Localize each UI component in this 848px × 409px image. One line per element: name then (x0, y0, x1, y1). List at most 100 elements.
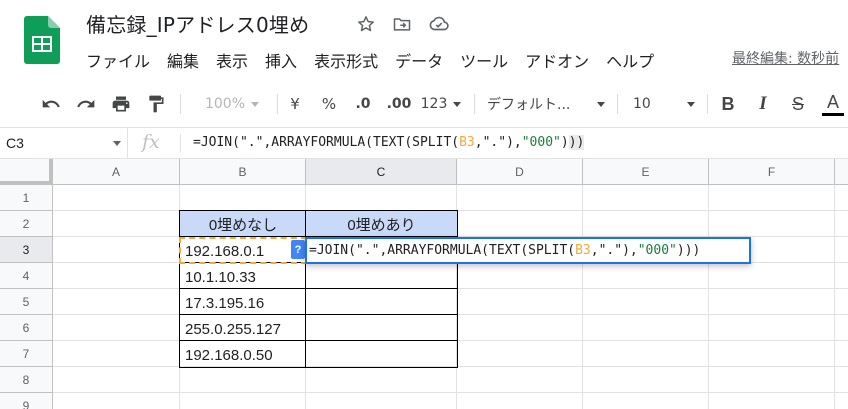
menu-addons[interactable]: アドオン (525, 46, 598, 74)
toolbar-divider (180, 94, 181, 114)
menu-help[interactable]: ヘルプ (606, 46, 663, 74)
row-header-5[interactable]: 5 (0, 289, 53, 315)
formula-bar: C3 fx =JOIN(".",ARRAYFORMULA(TEXT(SPLIT(… (0, 127, 848, 159)
decrease-decimal-label: .0 (355, 96, 371, 112)
strikethrough-button[interactable]: S (787, 85, 809, 123)
toolbar-divider (277, 94, 278, 114)
row-header-8[interactable]: 8 (0, 367, 53, 393)
text-color-swatch (822, 112, 844, 116)
text-color-label: A (826, 91, 839, 112)
chevron-down-icon (453, 101, 462, 107)
redo-icon[interactable] (73, 85, 99, 123)
sheets-logo-icon[interactable] (24, 16, 60, 64)
fx-icon: fx (142, 131, 160, 153)
row-header-1[interactable]: 1 (0, 185, 53, 211)
increase-decimal-label: .00 (386, 96, 412, 112)
table-border (179, 288, 458, 289)
gridline (53, 392, 848, 393)
number-format-select[interactable]: 123 (419, 85, 463, 123)
currency-format-button[interactable]: ¥ (284, 85, 306, 123)
formula-string-literal: "000" (521, 135, 561, 150)
menu-file[interactable]: ファイル (86, 46, 159, 74)
last-edit-link[interactable]: 最終編集: 数秒前 (732, 48, 839, 68)
menu-view[interactable]: 表示 (216, 46, 257, 74)
font-size-select[interactable]: 10 (633, 85, 695, 123)
editor-string-literal: "000" (637, 243, 677, 258)
chevron-down-icon (251, 101, 260, 107)
paint-format-icon[interactable] (143, 85, 169, 123)
gridline (53, 366, 848, 367)
toolbar: 100% ¥ % .0 .00 123 デフォルト... 10 B I S A (0, 85, 848, 123)
gridline (582, 185, 583, 409)
row-header-3[interactable]: 3 (0, 237, 53, 263)
cell-b3[interactable]: 192.168.0.1 (180, 238, 292, 264)
print-icon[interactable] (108, 85, 134, 123)
select-all-corner[interactable] (0, 159, 53, 185)
bold-button[interactable]: B (717, 85, 739, 123)
editor-text: =JOIN(".",ARRAYFORMULA(TEXT(SPLIT( (309, 243, 576, 258)
formula-text: =JOIN(".",ARRAYFORMULA(TEXT(SPLIT( (193, 135, 460, 150)
formula-divider (180, 134, 181, 152)
row-header-7[interactable]: 7 (0, 341, 53, 367)
chevron-down-icon (687, 101, 695, 107)
star-icon[interactable] (355, 13, 377, 35)
name-box[interactable]: C3 (0, 128, 128, 158)
italic-button[interactable]: I (752, 85, 774, 123)
row-header-9[interactable]: 9 (0, 393, 53, 409)
sheet-grid[interactable]: A B C D E F 1 2 3 4 5 6 7 8 9 0埋めなし 0埋めあ… (0, 159, 848, 409)
table-border (179, 340, 458, 341)
formula-text: ) (560, 135, 569, 150)
editor-text: ,"."), (590, 243, 638, 258)
toolbar-divider (707, 94, 708, 114)
document-title[interactable]: 備忘録_IPアドレス0埋め (86, 9, 309, 38)
menu-bar: ファイル 編集 表示 挿入 表示形式 データ ツール アドオン ヘルプ (86, 46, 671, 74)
formula-input[interactable]: =JOIN(".",ARRAYFORMULA(TEXT(SPLIT(B3,"."… (193, 135, 585, 150)
column-header-g[interactable] (835, 159, 848, 185)
font-family-select[interactable]: デフォルト... (487, 85, 605, 123)
cell-c2[interactable]: 0埋めあり (306, 211, 457, 237)
percent-format-button[interactable]: % (318, 85, 340, 123)
menu-data[interactable]: データ (395, 46, 452, 74)
toolbar-divider (474, 94, 475, 114)
decrease-decimal-button[interactable]: .0 (350, 85, 376, 123)
gridline (708, 185, 709, 409)
zoom-select[interactable]: 100% (194, 85, 270, 123)
editor-text: ))) (676, 243, 701, 258)
row-header-6[interactable]: 6 (0, 315, 53, 341)
row-header-2[interactable]: 2 (0, 211, 53, 237)
row-header-4[interactable]: 4 (0, 263, 53, 289)
menu-edit[interactable]: 編集 (167, 46, 208, 74)
move-folder-icon[interactable] (391, 13, 413, 35)
increase-decimal-button[interactable]: .00 (384, 85, 414, 123)
menu-tools[interactable]: ツール (460, 46, 517, 74)
editor-cell-reference: B3 (575, 243, 591, 258)
menu-insert[interactable]: 挿入 (265, 46, 306, 74)
text-color-button[interactable]: A (822, 85, 844, 123)
column-header-a[interactable]: A (53, 159, 180, 185)
cell-b4[interactable]: 10.1.10.33 (180, 264, 306, 290)
formula-matched-parens: )) (568, 135, 585, 150)
formula-text: ,"."), (474, 135, 522, 150)
cell-b6[interactable]: 255.0.255.127 (180, 316, 306, 342)
font-size-value: 10 (633, 96, 651, 112)
column-header-d[interactable]: D (457, 159, 583, 185)
chevron-down-icon[interactable] (113, 141, 121, 146)
column-header-f[interactable]: F (709, 159, 835, 185)
undo-icon[interactable] (38, 85, 64, 123)
cell-b5[interactable]: 17.3.195.16 (180, 290, 306, 316)
cell-b7[interactable]: 192.168.0.50 (180, 342, 306, 368)
column-header-e[interactable]: E (583, 159, 709, 185)
formula-help-icon[interactable]: ? (291, 240, 305, 259)
font-family-value: デフォルト... (487, 97, 571, 113)
zoom-value: 100% (204, 96, 246, 112)
chevron-down-icon (597, 101, 605, 107)
formula-cell-reference: B3 (459, 135, 475, 150)
cloud-saved-icon[interactable] (428, 13, 450, 35)
cell-editor-c3[interactable]: =JOIN(".",ARRAYFORMULA(TEXT(SPLIT(B3,"."… (305, 237, 751, 264)
gridline (834, 185, 835, 409)
column-header-c[interactable]: C (306, 159, 457, 185)
column-header-b[interactable]: B (180, 159, 306, 185)
menu-format[interactable]: 表示形式 (314, 46, 387, 74)
cell-b2[interactable]: 0埋めなし (180, 211, 306, 237)
toolbar-divider (617, 94, 618, 114)
